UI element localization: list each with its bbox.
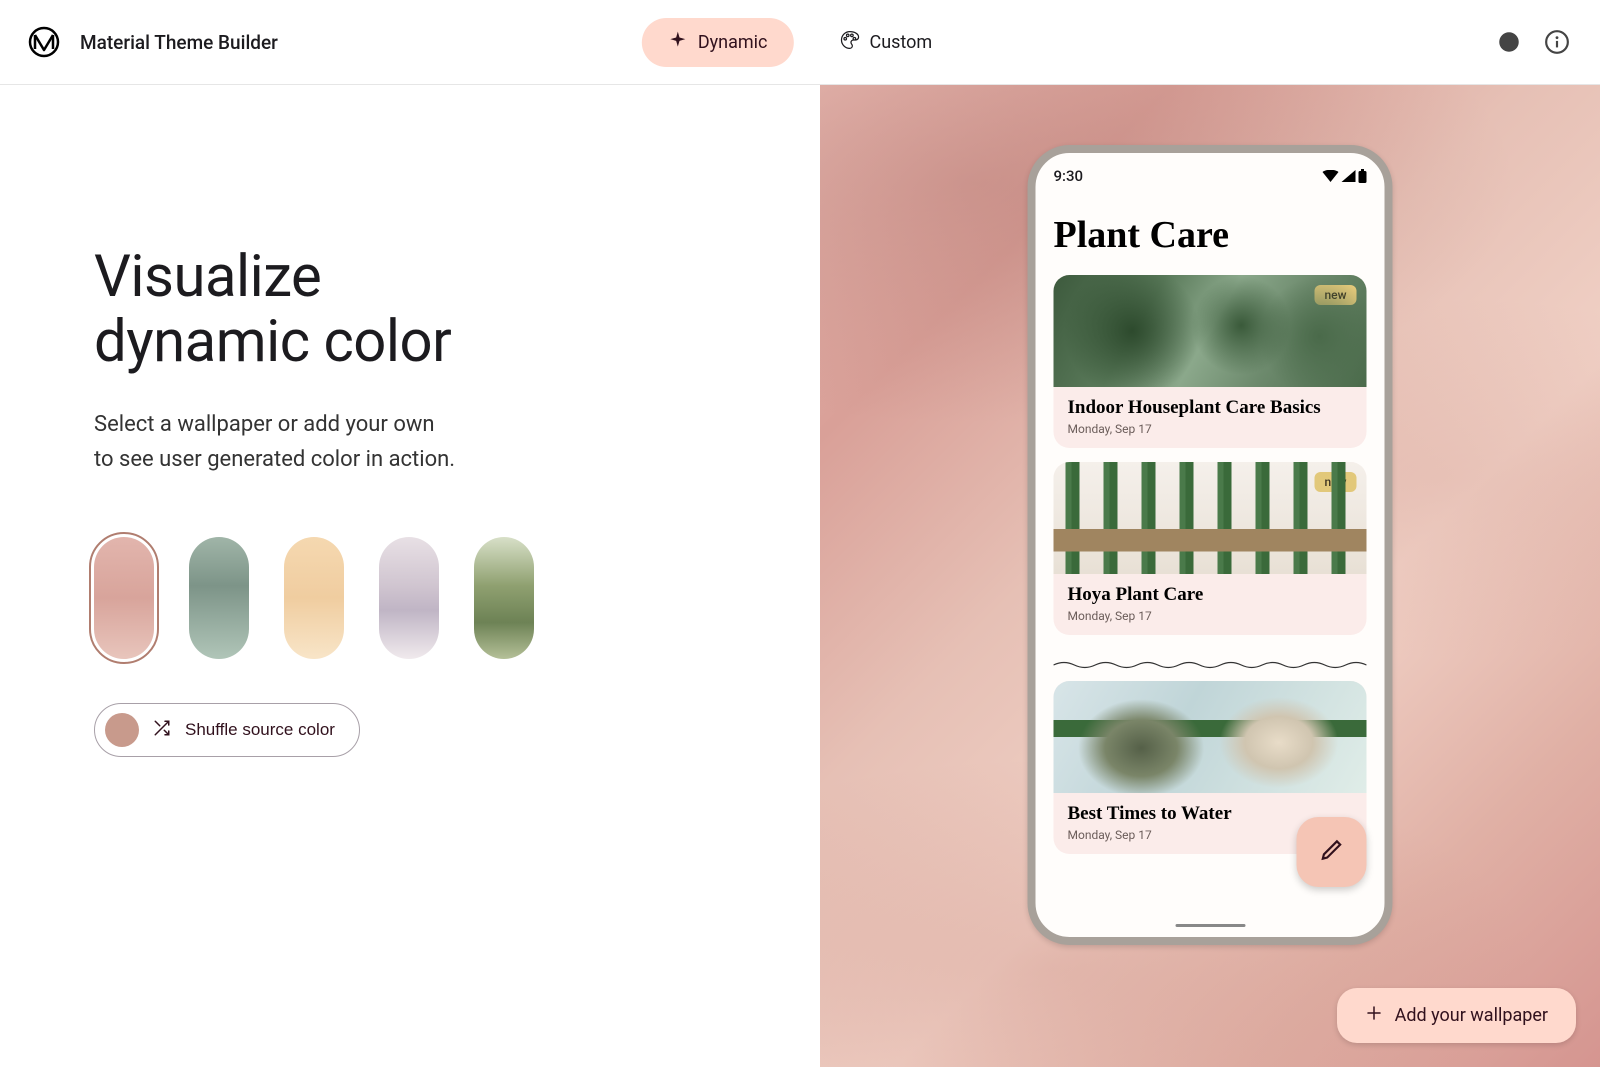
card-image: new bbox=[1054, 462, 1367, 574]
signal-icon bbox=[1342, 170, 1356, 182]
hero-title: Visualize dynamic color bbox=[94, 245, 820, 375]
phone-preview: 9:30 Plant Care new Indoor Houseplant bbox=[1028, 145, 1393, 945]
main: Visualize dynamic color Select a wallpap… bbox=[0, 85, 1600, 1067]
wallpaper-swatches bbox=[94, 537, 820, 659]
app-title: Material Theme Builder bbox=[80, 31, 278, 54]
status-time: 9:30 bbox=[1054, 167, 1084, 185]
phone-statusbar: 9:30 bbox=[1036, 153, 1385, 191]
pencil-icon bbox=[1319, 837, 1345, 867]
tab-label: Dynamic bbox=[698, 32, 768, 53]
tab-label: Custom bbox=[869, 32, 932, 53]
card-title: Hoya Plant Care bbox=[1068, 584, 1353, 606]
source-color-swatch bbox=[105, 713, 139, 747]
left-panel: Visualize dynamic color Select a wallpap… bbox=[0, 85, 820, 1067]
card-title: Indoor Houseplant Care Basics bbox=[1068, 397, 1353, 419]
home-indicator bbox=[1175, 924, 1245, 927]
phone-app-title: Plant Care bbox=[1054, 213, 1367, 257]
card-item[interactable]: new Hoya Plant Care Monday, Sep 17 bbox=[1054, 462, 1367, 635]
add-wallpaper-label: Add your wallpaper bbox=[1395, 1005, 1548, 1026]
card-image: new bbox=[1054, 275, 1367, 387]
sparkle-icon bbox=[668, 30, 688, 55]
battery-icon bbox=[1359, 169, 1367, 183]
header: Material Theme Builder Dynamic Custom bbox=[0, 0, 1600, 85]
wallpaper-swatch-1[interactable] bbox=[94, 537, 154, 659]
material-logo-icon bbox=[28, 26, 60, 58]
theme-toggle-icon[interactable] bbox=[1494, 27, 1524, 57]
hero-sub-line2: to see user generated color in action. bbox=[94, 447, 455, 472]
card-date: Monday, Sep 17 bbox=[1068, 609, 1353, 623]
hero-subtitle: Select a wallpaper or add your own to se… bbox=[94, 407, 820, 477]
hero-title-line1: Visualize bbox=[94, 243, 321, 311]
tabs: Dynamic Custom bbox=[642, 18, 958, 67]
card-date: Monday, Sep 17 bbox=[1068, 422, 1353, 436]
add-wallpaper-button[interactable]: Add your wallpaper bbox=[1337, 988, 1576, 1043]
wallpaper-swatch-5[interactable] bbox=[474, 537, 534, 659]
phone-content: Plant Care new Indoor Houseplant Care Ba… bbox=[1036, 191, 1385, 937]
palette-icon bbox=[839, 30, 859, 55]
shuffle-label: Shuffle source color bbox=[185, 720, 335, 740]
card-list: new Indoor Houseplant Care Basics Monday… bbox=[1054, 275, 1367, 854]
header-actions bbox=[1494, 27, 1572, 57]
wallpaper-swatch-3[interactable] bbox=[284, 537, 344, 659]
tab-dynamic[interactable]: Dynamic bbox=[642, 18, 794, 67]
card-item[interactable]: new Indoor Houseplant Care Basics Monday… bbox=[1054, 275, 1367, 448]
hero-sub-line1: Select a wallpaper or add your own bbox=[94, 412, 435, 437]
plus-icon bbox=[1365, 1004, 1383, 1027]
hero-title-line2: dynamic color bbox=[94, 308, 451, 376]
logo-area: Material Theme Builder bbox=[28, 26, 278, 58]
wallpaper-swatch-4[interactable] bbox=[379, 537, 439, 659]
status-icons bbox=[1323, 169, 1367, 183]
card-body: Hoya Plant Care Monday, Sep 17 bbox=[1054, 574, 1367, 635]
card-image bbox=[1054, 681, 1367, 793]
preview-panel: 9:30 Plant Care new Indoor Houseplant bbox=[820, 85, 1600, 1067]
info-icon[interactable] bbox=[1542, 27, 1572, 57]
shuffle-icon bbox=[153, 719, 171, 742]
new-badge: new bbox=[1314, 285, 1356, 305]
tab-custom[interactable]: Custom bbox=[813, 18, 958, 67]
section-divider bbox=[1054, 655, 1367, 665]
new-badge: new bbox=[1314, 472, 1356, 492]
edit-fab[interactable] bbox=[1297, 817, 1367, 887]
wallpaper-swatch-2[interactable] bbox=[189, 537, 249, 659]
shuffle-source-color-button[interactable]: Shuffle source color bbox=[94, 703, 360, 757]
card-body: Indoor Houseplant Care Basics Monday, Se… bbox=[1054, 387, 1367, 448]
wifi-icon bbox=[1323, 170, 1339, 182]
